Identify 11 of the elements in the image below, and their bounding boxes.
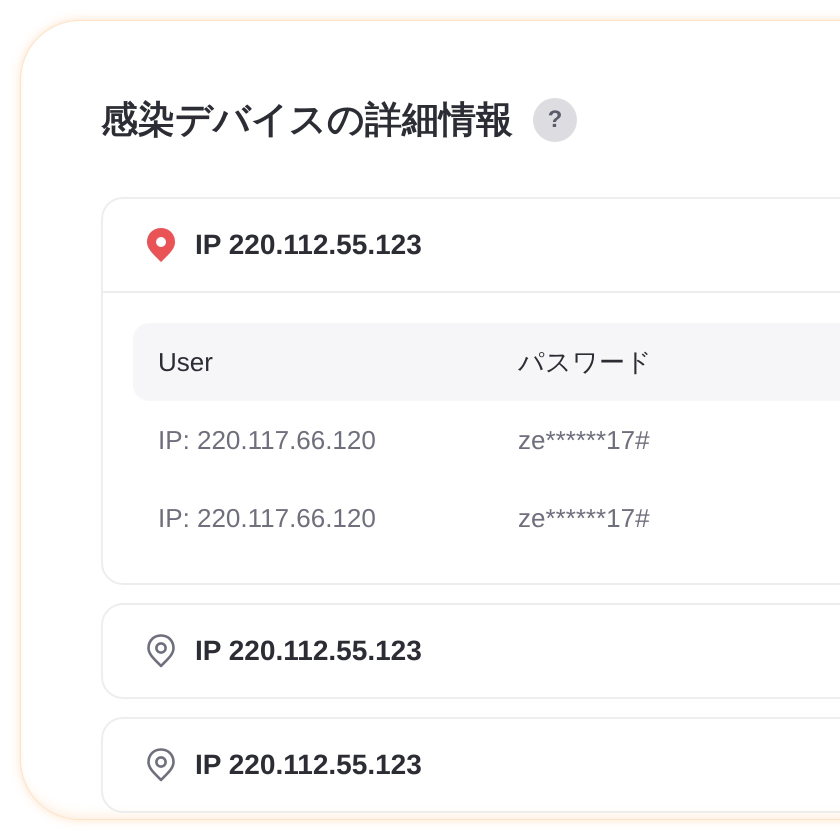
device-ip-address[interactable]: IP 220.112.55.123 [195,749,422,781]
device-ip-address[interactable]: IP 220.112.55.123 [195,229,422,261]
device-ip-address[interactable]: IP 220.112.55.123 [195,635,422,667]
table-cell-text: ze******17# [518,424,651,456]
column-header: パスワード [518,346,653,378]
column-header: User [158,346,214,378]
table-cell-text: IP: 220.117.66.120 [158,424,377,456]
table-cell-text: ze******17# [518,502,651,534]
page-title: 感染デバイスの詳細情報 [101,98,513,142]
help-button[interactable]: ? [533,98,577,142]
table-cell-text: IP: 220.117.66.120 [158,502,377,534]
